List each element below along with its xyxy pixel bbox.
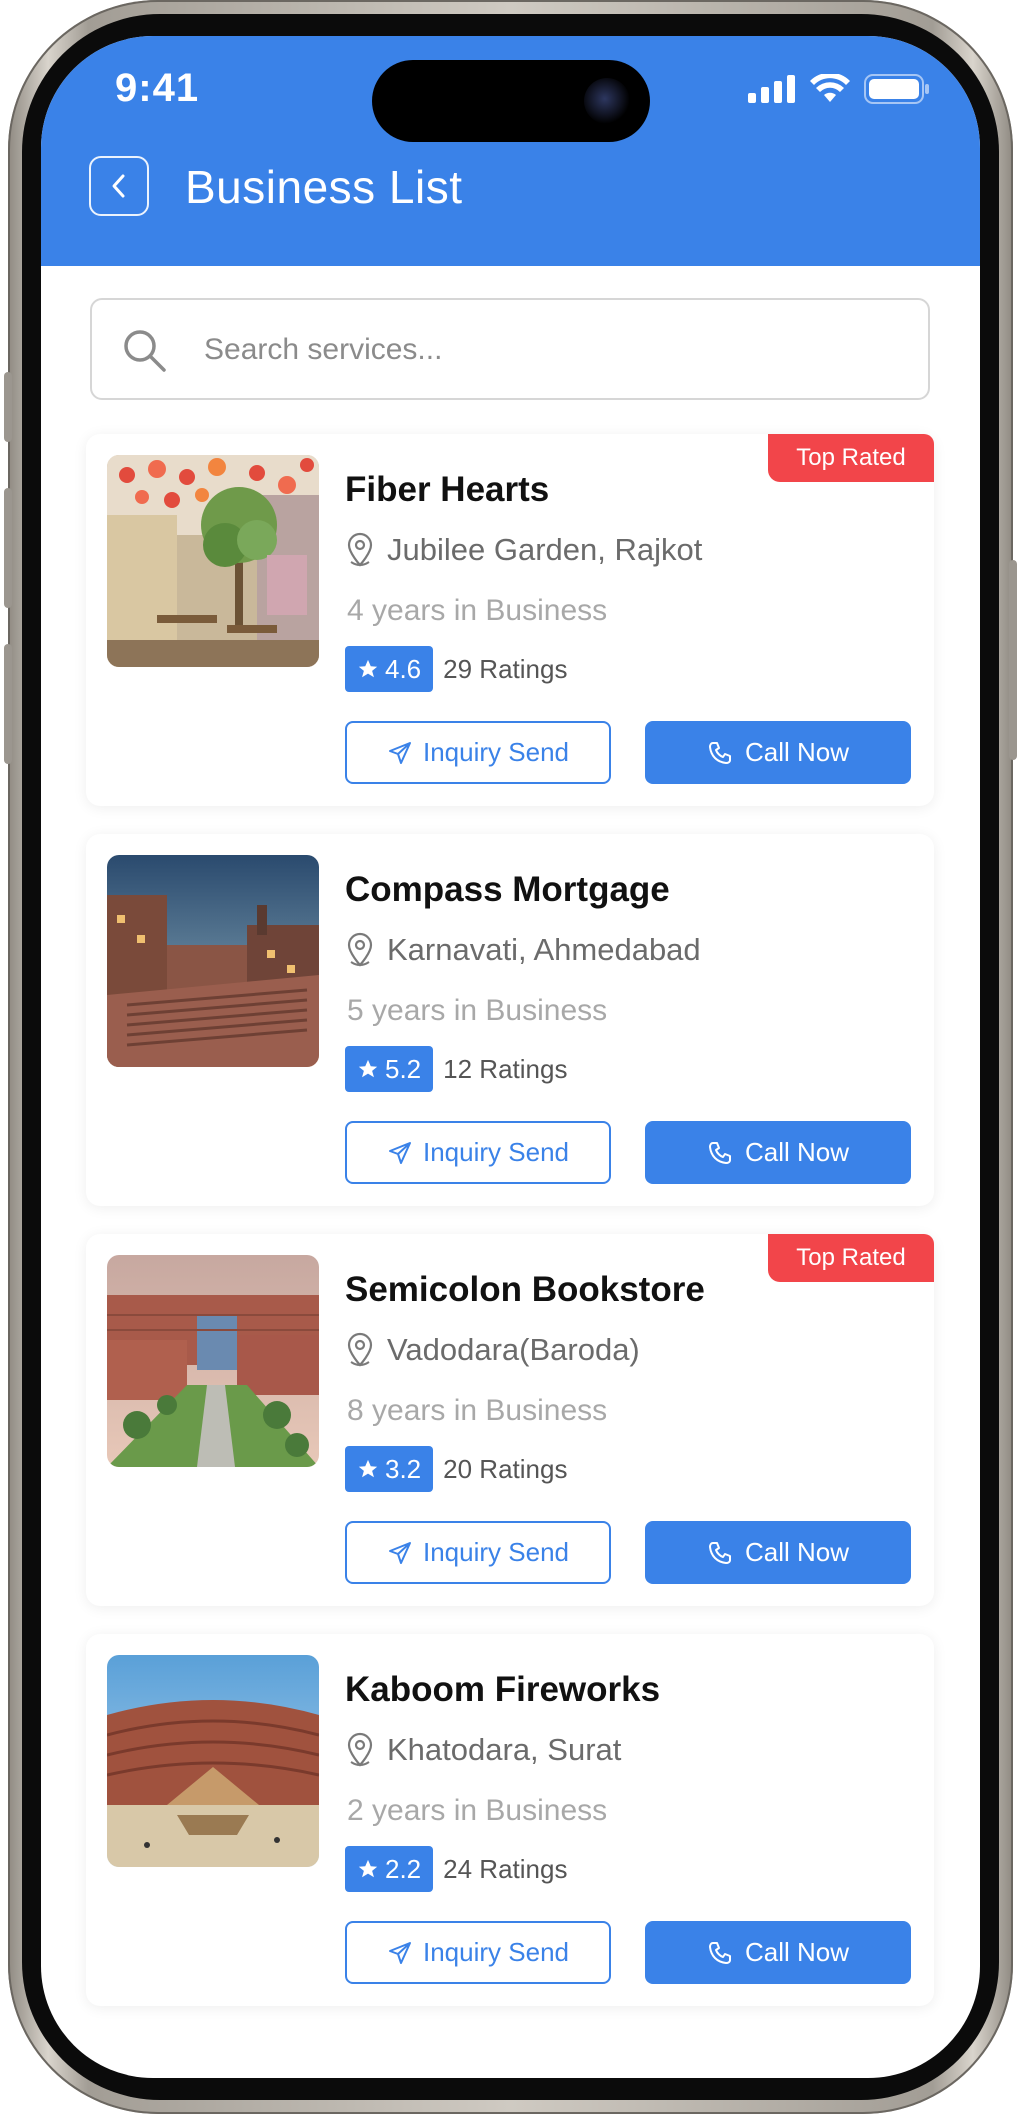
business-card[interactable]: Compass Mortgage Karnavati, Ahmedabad 5 … — [86, 834, 934, 1206]
call-now-label: Call Now — [744, 1137, 850, 1167]
rating-badge: 2.2 — [345, 1846, 434, 1892]
call-now-label: Call Now — [744, 1937, 850, 1967]
rating-badge: 4.6 — [345, 646, 434, 692]
page-title: Business List — [185, 161, 463, 213]
business-location: Vadodara(Baroda) — [387, 1332, 640, 1367]
back-button[interactable] — [89, 156, 149, 216]
rating-value: 4.6 — [385, 653, 422, 684]
send-icon — [389, 741, 411, 764]
ratings-count: 29 Ratings — [443, 653, 568, 684]
status-icons — [748, 74, 930, 104]
action-button — [4, 372, 12, 442]
search-icon — [124, 330, 166, 372]
call-now-button[interactable]: Call Now — [645, 1921, 911, 1984]
star-icon — [358, 1459, 378, 1478]
rating-value: 2.2 — [385, 1853, 422, 1884]
star-icon — [358, 659, 378, 678]
top-rated-badge: Top Rated — [768, 434, 934, 482]
location-row: Vadodara(Baroda) — [345, 1332, 640, 1368]
years-in-business: 5 years in Business — [347, 994, 608, 1027]
phone-icon — [708, 1941, 731, 1964]
power-button — [1009, 560, 1017, 760]
call-now-label: Call Now — [744, 1537, 850, 1567]
rating-badge: 5.2 — [345, 1046, 434, 1092]
inquiry-send-button[interactable]: Inquiry Send — [345, 1921, 611, 1984]
business-name: Semicolon Bookstore — [345, 1270, 705, 1309]
business-card[interactable]: Kaboom Fireworks Khatodara, Surat 2 year… — [86, 1634, 934, 2006]
inquiry-send-button[interactable]: Inquiry Send — [345, 1521, 611, 1584]
signal-icon — [748, 75, 795, 103]
send-icon — [389, 1541, 411, 1564]
business-card[interactable]: Top Rated Fiber Hearts Jubilee Garden, R… — [86, 434, 934, 806]
battery-icon — [864, 74, 929, 104]
send-icon — [389, 1141, 411, 1164]
app-header: 9:41 Business List — [41, 36, 980, 266]
ratings-count: 12 Ratings — [443, 1053, 568, 1084]
inquiry-send-label: Inquiry Send — [423, 737, 569, 767]
location-pin-icon — [347, 532, 373, 567]
volume-down-button — [4, 644, 12, 764]
business-image — [107, 455, 319, 667]
business-name: Fiber Hearts — [345, 470, 550, 509]
chevron-left-icon — [112, 174, 125, 198]
location-pin-icon — [347, 1332, 373, 1367]
rating-row: 5.2 12 Ratings — [345, 1046, 567, 1092]
star-icon — [358, 1859, 378, 1878]
location-row: Karnavati, Ahmedabad — [345, 932, 701, 968]
search-bar[interactable] — [90, 298, 930, 400]
rating-row: 2.2 24 Ratings — [345, 1846, 567, 1892]
inquiry-send-button[interactable]: Inquiry Send — [345, 721, 611, 784]
screen: 9:41 Business List Search services... To… — [41, 36, 980, 2078]
business-location: Karnavati, Ahmedabad — [387, 932, 701, 967]
call-now-button[interactable]: Call Now — [645, 1521, 911, 1584]
business-image — [107, 1255, 319, 1467]
phone-icon — [708, 1541, 731, 1564]
location-pin-icon — [347, 1732, 373, 1767]
call-now-button[interactable]: Call Now — [645, 721, 911, 784]
send-icon — [389, 1941, 411, 1964]
business-image — [107, 1655, 319, 1867]
business-name: Kaboom Fireworks — [345, 1670, 661, 1709]
inquiry-send-label: Inquiry Send — [423, 1937, 569, 1967]
phone-icon — [708, 741, 731, 764]
phone-icon — [708, 1141, 731, 1164]
star-icon — [358, 1059, 378, 1078]
years-in-business: 4 years in Business — [347, 594, 608, 627]
years-in-business: 8 years in Business — [347, 1394, 608, 1427]
location-row: Jubilee Garden, Rajkot — [345, 532, 702, 568]
years-in-business: 2 years in Business — [347, 1794, 608, 1827]
rating-row: 4.6 29 Ratings — [345, 646, 567, 692]
volume-up-button — [4, 488, 12, 608]
rating-row: 3.2 20 Ratings — [345, 1446, 567, 1492]
business-image — [107, 855, 319, 1067]
ratings-count: 20 Ratings — [443, 1453, 568, 1484]
inquiry-send-label: Inquiry Send — [423, 1537, 569, 1567]
location-pin-icon — [347, 932, 373, 967]
call-now-button[interactable]: Call Now — [645, 1121, 911, 1184]
business-name: Compass Mortgage — [345, 870, 670, 909]
business-location: Khatodara, Surat — [387, 1732, 622, 1767]
business-location: Jubilee Garden, Rajkot — [387, 532, 703, 567]
camera-icon — [584, 78, 630, 124]
location-row: Khatodara, Surat — [345, 1732, 621, 1768]
top-rated-badge: Top Rated — [768, 1234, 934, 1282]
rating-badge: 3.2 — [345, 1446, 434, 1492]
inquiry-send-button[interactable]: Inquiry Send — [345, 1121, 611, 1184]
business-card[interactable]: Top Rated Semicolon Bookstore Vadodara(B… — [86, 1234, 934, 1606]
ratings-count: 24 Ratings — [443, 1853, 568, 1884]
search-input[interactable] — [202, 300, 906, 400]
call-now-label: Call Now — [744, 737, 850, 767]
rating-value: 3.2 — [385, 1453, 422, 1484]
rating-value: 5.2 — [385, 1053, 422, 1084]
dynamic-island — [372, 60, 650, 142]
wifi-icon — [810, 74, 850, 102]
status-time: 9:41 — [115, 66, 200, 110]
inquiry-send-label: Inquiry Send — [423, 1137, 569, 1167]
